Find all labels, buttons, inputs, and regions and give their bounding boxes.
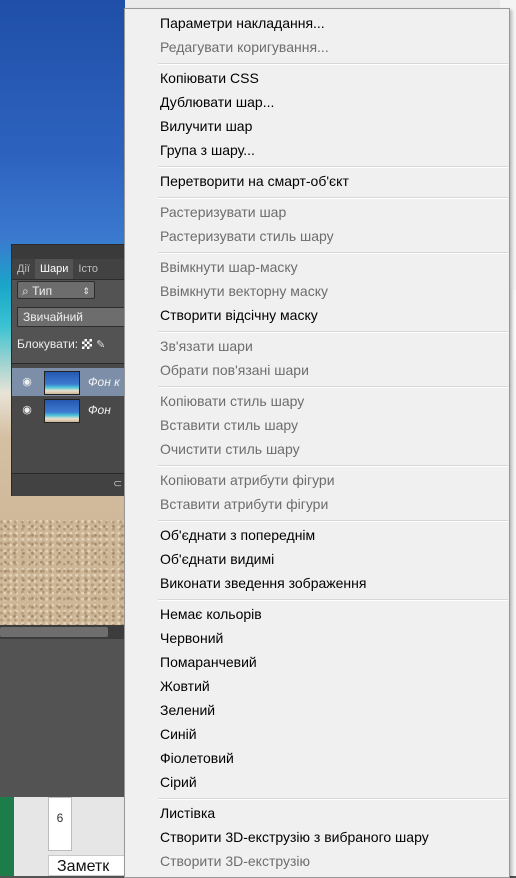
menu-separator	[158, 166, 508, 168]
menu-item[interactable]: Немає кольорів	[160, 602, 262, 626]
layer-filter-select[interactable]: ⌕ Тип ⇕	[17, 281, 95, 299]
menu-item: Вставити стиль шару	[160, 417, 298, 433]
eye-icon[interactable]: ◉	[21, 404, 33, 416]
menu-item[interactable]: Параметри накладання...	[160, 11, 325, 35]
menu-item: Зв'язати шари	[160, 338, 253, 354]
panel-header[interactable]	[12, 245, 124, 259]
menu-item: Очистити стиль шару	[160, 441, 300, 457]
menu-item[interactable]: Створити відсічну маску	[160, 303, 318, 327]
menu-item[interactable]: Фіолетовий	[160, 746, 234, 770]
layer-filter-label: Тип	[32, 284, 53, 298]
menu-item: Растеризувати шар	[160, 204, 287, 220]
horizontal-scrollbar[interactable]	[0, 625, 125, 639]
menu-separator	[158, 798, 508, 800]
menu-item: Редагувати коригування...	[160, 39, 329, 55]
layer-name: Фон	[88, 403, 111, 417]
menu-item: Растеризувати стиль шару	[160, 228, 334, 244]
menu-item[interactable]: Об'єднати видимі	[160, 547, 274, 571]
tab-actions[interactable]: Дії	[12, 259, 35, 279]
panel-tabs: Дії Шари Істо	[12, 259, 126, 280]
chevron-updown-icon: ⇕	[82, 286, 90, 296]
workspace-area	[0, 639, 125, 797]
menu-item: Копіювати стиль шару	[160, 393, 305, 409]
menu-item[interactable]: Червоний	[160, 626, 223, 650]
layer-row[interactable]: ◉ Фон к	[12, 368, 126, 396]
menu-item[interactable]: Жовтий	[160, 674, 210, 698]
menu-separator	[158, 252, 508, 254]
lock-transparency-icon[interactable]	[82, 339, 93, 349]
menu-item[interactable]: Перетворити на смарт-об'єкт	[160, 169, 349, 193]
menu-separator	[158, 63, 508, 65]
menu-item[interactable]: Виконати зведення зображення	[160, 571, 366, 595]
menu-item: Ввімкнути векторну маску	[160, 283, 328, 299]
menu-item[interactable]: Копіювати CSS	[160, 66, 259, 90]
scrollbar-thumb[interactable]	[0, 627, 108, 637]
menu-item[interactable]: Листівка	[160, 801, 215, 825]
menu-separator	[158, 599, 508, 601]
blend-mode-select[interactable]: Звичайний	[17, 307, 126, 327]
menu-item: Створити 3D-екструзію	[160, 853, 311, 869]
menu-item: Ввімкнути шар-маску	[160, 259, 298, 275]
menu-item[interactable]: Сірий	[160, 770, 197, 794]
menu-item[interactable]: Зелений	[160, 698, 215, 722]
layer-name: Фон к	[88, 375, 120, 389]
eye-icon[interactable]: ◉	[21, 376, 33, 388]
menu-item: Копіювати атрибути фігури	[160, 472, 335, 488]
ruler-marker: 6	[48, 797, 72, 851]
menu-separator	[158, 465, 508, 467]
menu-item[interactable]: Створити 3D-екструзію з вибраного шару	[160, 825, 429, 849]
tab-history[interactable]: Істо	[73, 259, 103, 279]
canvas-sand	[0, 520, 125, 625]
menu-item[interactable]: Дублювати шар...	[160, 90, 274, 114]
menu-separator	[158, 520, 508, 522]
lock-paint-icon[interactable]: ✎	[96, 338, 105, 351]
menu-separator	[158, 386, 508, 388]
menu-item: Вставити атрибути фігури	[160, 496, 329, 512]
layer-context-menu: Параметри накладання... Редагувати коригу…	[124, 8, 510, 878]
search-icon: ⌕	[22, 284, 33, 298]
layers-panel: Дії Шари Істо ⌕ Тип ⇕ Звичайний Блокуват…	[11, 244, 126, 496]
layer-row[interactable]: ◉ Фон	[12, 396, 126, 424]
menu-item[interactable]: Група з шару...	[160, 138, 255, 162]
bottom-strip	[0, 797, 14, 876]
lock-label: Блокувати:	[17, 337, 79, 351]
menu-item: Обрати пов'язані шари	[160, 362, 309, 378]
lock-row: Блокувати: ✎	[17, 337, 105, 351]
menu-item[interactable]: Вилучити шар	[160, 114, 252, 138]
menu-separator	[158, 331, 508, 333]
panel-footer: ⊂	[12, 473, 126, 496]
menu-item[interactable]: Синій	[160, 722, 197, 746]
link-icon[interactable]: ⊂	[113, 477, 122, 490]
menu-item[interactable]: Помаранчевий	[160, 650, 257, 674]
menu-separator	[158, 197, 508, 199]
tab-layers[interactable]: Шари	[34, 259, 74, 279]
layer-thumbnail	[44, 371, 80, 395]
layer-thumbnail	[44, 399, 80, 423]
menu-item[interactable]: Об'єднати з попереднім	[160, 523, 315, 547]
